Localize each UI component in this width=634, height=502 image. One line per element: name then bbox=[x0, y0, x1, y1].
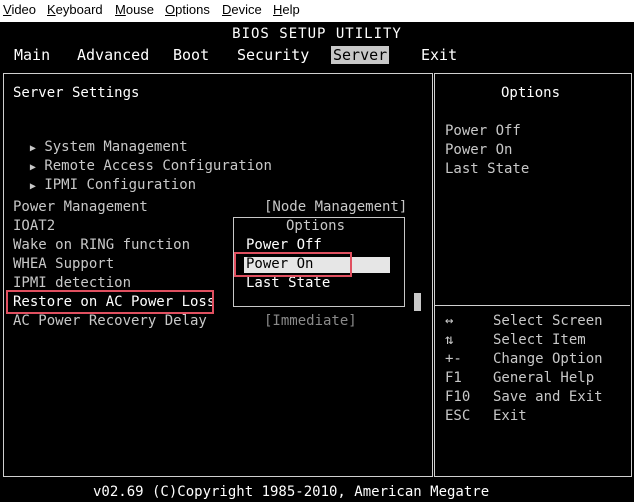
menu-keyboard[interactable]: Keyboard bbox=[47, 2, 103, 17]
submenu-ipmi-configuration[interactable]: ▶ IPMI Configuration bbox=[13, 161, 196, 193]
popup-option-last-state[interactable]: Last State bbox=[246, 275, 330, 291]
options-popup-title: Options bbox=[284, 218, 348, 234]
setting-ac-power-recovery-delay-value: [Immediate] bbox=[264, 313, 357, 329]
key-plus-minus: +- bbox=[445, 351, 462, 367]
key-change-option-desc: Change Option bbox=[493, 351, 603, 367]
menu-device[interactable]: Device bbox=[222, 2, 262, 17]
key-save-exit-desc: Save and Exit bbox=[493, 389, 603, 405]
key-esc: ESC bbox=[445, 408, 471, 424]
setting-ioat2[interactable]: IOAT2 bbox=[13, 218, 55, 234]
tab-server[interactable]: Server bbox=[331, 46, 390, 64]
setting-wake-on-ring[interactable]: Wake on RING function bbox=[13, 237, 190, 253]
menu-video[interactable]: Video bbox=[3, 2, 36, 17]
key-left-right-icon: ↔ bbox=[445, 313, 454, 329]
menu-options[interactable]: Options bbox=[165, 2, 210, 17]
menu-help[interactable]: Help bbox=[273, 2, 300, 17]
setting-ipmi-detection[interactable]: IPMI detection bbox=[13, 275, 131, 291]
submenu-arrow-icon: ▶ bbox=[29, 181, 36, 192]
help-option-power-on: Power On bbox=[445, 142, 513, 158]
tab-boot[interactable]: Boot bbox=[171, 46, 211, 64]
bios-tabbar: Main Advanced Boot Security Server Exit bbox=[0, 46, 634, 66]
bios-footer: v02.69 (C)Copyright 1985-2010, American … bbox=[0, 483, 634, 502]
key-select-item-desc: Select Item bbox=[493, 332, 586, 348]
help-option-last-state: Last State bbox=[445, 161, 530, 177]
scrollbar-thumb[interactable] bbox=[414, 293, 421, 311]
tab-main[interactable]: Main bbox=[12, 46, 52, 64]
annotation-highlight-setting bbox=[6, 290, 214, 314]
key-up-down-icon: ⇅ bbox=[445, 332, 454, 348]
menu-mouse[interactable]: Mouse bbox=[115, 2, 154, 17]
setting-ac-power-recovery-delay[interactable]: AC Power Recovery Delay bbox=[13, 313, 207, 329]
key-exit-desc: Exit bbox=[493, 408, 527, 424]
tab-exit[interactable]: Exit bbox=[419, 46, 459, 64]
key-select-screen-desc: Select Screen bbox=[493, 313, 603, 329]
right-panel-header: Options bbox=[501, 85, 561, 101]
host-menubar: Video Keyboard Mouse Options Device Help bbox=[0, 0, 634, 22]
copyright-text: v02.69 (C)Copyright 1985-2010, American … bbox=[93, 484, 490, 500]
tab-security[interactable]: Security bbox=[235, 46, 311, 64]
key-general-help-desc: General Help bbox=[493, 370, 595, 386]
setting-power-management-value: [Node Management] bbox=[264, 199, 408, 215]
tab-advanced[interactable]: Advanced bbox=[75, 46, 151, 64]
setting-whea-support[interactable]: WHEA Support bbox=[13, 256, 114, 272]
key-f10: F10 bbox=[445, 389, 471, 405]
help-divider bbox=[434, 305, 630, 306]
left-panel-header: Server Settings bbox=[13, 85, 140, 101]
setting-power-management[interactable]: Power Management bbox=[13, 199, 148, 215]
bios-title: BIOS SETUP UTILITY bbox=[232, 26, 402, 42]
popup-option-power-off[interactable]: Power Off bbox=[246, 237, 322, 253]
key-f1: F1 bbox=[445, 370, 462, 386]
help-option-power-off: Power Off bbox=[445, 123, 521, 139]
submenu-label: IPMI Configuration bbox=[44, 177, 197, 193]
annotation-highlight-option bbox=[234, 252, 352, 277]
